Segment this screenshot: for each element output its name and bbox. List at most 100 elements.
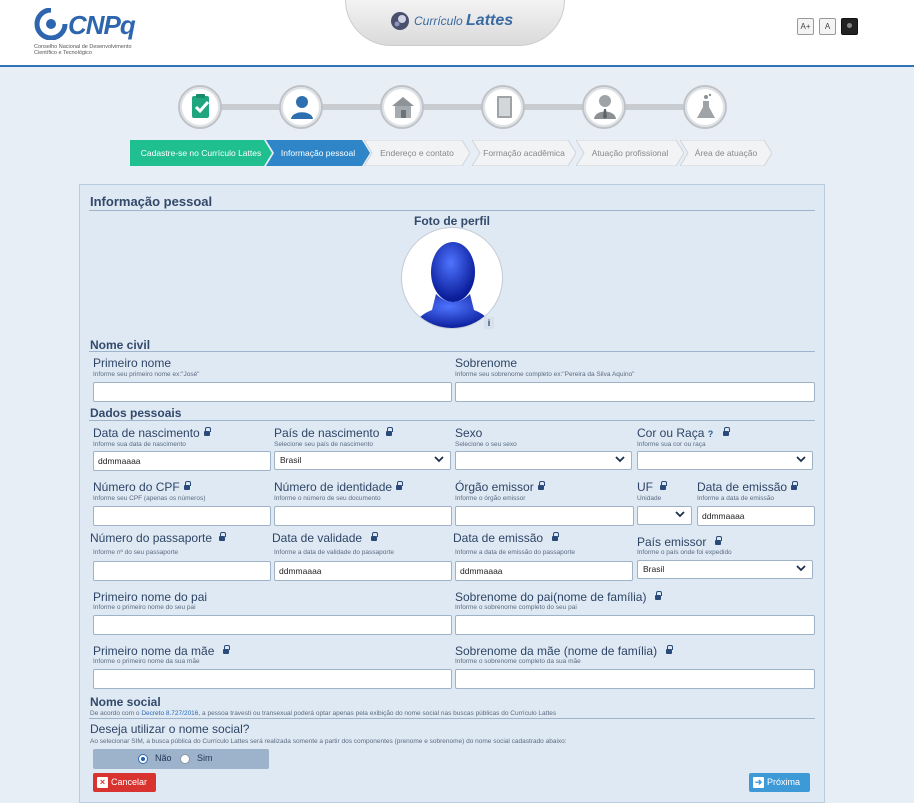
chevron-down-icon (434, 456, 444, 463)
lock-icon (537, 481, 545, 491)
pai-nome-hint: Informe o primeiro nome do seu pai (93, 604, 196, 611)
divider (89, 420, 815, 421)
font-increase-button[interactable]: A+ (797, 18, 814, 35)
mae-sobrenome-label: Sobrenome da mãe (nome de família) (455, 644, 674, 658)
sexo-hint: Selecione o seu sexo (455, 441, 517, 448)
radio-sim[interactable] (180, 754, 190, 764)
cor-raca-label: Cor ou Raça ? (637, 426, 731, 440)
form-title: Informação pessoal (90, 194, 213, 209)
mae-nome-hint: Informe o primeiro nome da sua mãe (93, 658, 200, 665)
radio-sim-label: Sim (197, 753, 213, 763)
mae-nome-label: Primeiro nome da mãe (93, 644, 231, 658)
data-emissao-input[interactable]: ddmmaaaa (697, 506, 815, 526)
nome-social-radio-group: Não Sim (93, 749, 269, 769)
validade-label: Data de validade (272, 531, 379, 545)
passaporte-input[interactable] (93, 561, 271, 581)
step-cadastro[interactable] (178, 85, 222, 129)
pais-nascimento-select[interactable]: Brasil (274, 451, 451, 470)
lock-icon (371, 532, 379, 542)
breadcrumb-informacao[interactable]: Informação pessoal (266, 140, 370, 166)
sobrenome-label: Sobrenome (455, 356, 518, 370)
cpf-input[interactable] (93, 506, 271, 526)
radio-nao[interactable] (138, 754, 148, 764)
photo-info-icon[interactable]: i (484, 317, 494, 329)
lock-icon (723, 427, 731, 437)
flask-icon (697, 93, 715, 118)
logo-text: CNPq (68, 10, 136, 40)
cpf-label: Número do CPF (93, 480, 191, 494)
lock-icon (219, 532, 227, 542)
divider (89, 718, 815, 719)
chevron-down-icon (675, 511, 685, 518)
step-atuacao[interactable] (582, 85, 626, 129)
contrast-icon (847, 23, 852, 28)
next-button[interactable]: ➜ Próxima (749, 773, 810, 792)
header: CNPq Conselho Nacional de Desenvolviment… (0, 0, 914, 67)
pais-nascimento-hint: Selecione seu país de nascimento (274, 441, 374, 448)
person-icon (291, 96, 313, 119)
breadcrumb-endereco[interactable]: Endereço e contato (364, 140, 470, 166)
arrow-right-icon: ➜ (753, 777, 764, 788)
nome-social-note: De acordo com o Decreto 8.727/2016, a pe… (90, 710, 557, 717)
emissao-passaporte-input[interactable]: ddmmaaaa (455, 561, 633, 581)
primeiro-nome-input[interactable] (93, 382, 452, 402)
passaporte-hint: Informe nº do seu passaporte (93, 549, 179, 556)
orgao-emissor-label: Órgão emissor (455, 480, 545, 494)
passaporte-label: Número do passaporte (90, 531, 227, 545)
uf-select[interactable] (637, 506, 692, 525)
radio-nao-label: Não (155, 753, 172, 763)
pai-nome-label: Primeiro nome do pai (93, 590, 208, 604)
sobrenome-input[interactable] (455, 382, 815, 402)
profile-photo[interactable] (401, 227, 503, 329)
pai-sobrenome-input[interactable] (455, 615, 815, 635)
lock-icon (655, 591, 663, 601)
data-emissao-hint: Informe a data de emissão (697, 495, 774, 502)
pai-nome-input[interactable] (93, 615, 452, 635)
mae-sobrenome-input[interactable] (455, 669, 815, 689)
decreto-link[interactable]: Decreto 8.727/2016 (141, 710, 198, 717)
avatar-silhouette-icon (412, 242, 494, 328)
curriculo-lattes-tab[interactable]: Currículo Lattes (345, 0, 565, 46)
cancel-button[interactable]: × Cancelar (93, 773, 156, 792)
cnpq-logo[interactable]: CNPq Conselho Nacional de Desenvolviment… (34, 8, 144, 58)
chevron-down-icon (796, 456, 806, 463)
logo-subtitle: Conselho Nacional de Desenvolvimento Cie… (34, 44, 132, 56)
primeiro-nome-label: Primeiro nome (93, 356, 172, 370)
help-icon[interactable]: ? (708, 429, 714, 439)
step-area[interactable] (683, 85, 727, 129)
nome-social-heading: Nome social (90, 695, 161, 709)
pais-nascimento-label: País de nascimento (274, 426, 394, 440)
step-informacao-pessoal[interactable] (279, 85, 323, 129)
data-nascimento-label: Data de nascimento (93, 426, 211, 440)
breadcrumb-area[interactable]: Área de atuação (680, 140, 772, 166)
data-nascimento-input[interactable]: ddmmaaaa (93, 451, 271, 471)
checklist-icon (192, 94, 210, 118)
uf-hint: Unidade (637, 495, 662, 502)
breadcrumb-atuacao[interactable]: Atuação profissional (576, 140, 684, 166)
house-icon (392, 97, 414, 118)
step-endereco[interactable] (380, 85, 424, 129)
high-contrast-button[interactable] (841, 18, 858, 35)
orgao-emissor-input[interactable] (455, 506, 634, 526)
close-icon: × (97, 777, 108, 788)
cor-raca-select[interactable] (637, 451, 813, 470)
pais-emissor-select[interactable]: Brasil (637, 560, 813, 579)
lattes-label: Currículo Lattes (414, 12, 514, 29)
mae-nome-input[interactable] (93, 669, 452, 689)
identidade-hint: Informe o número de seu documento (274, 495, 381, 502)
identidade-input[interactable] (274, 506, 452, 526)
emissao-passaporte-label: Data de emissão (453, 531, 560, 545)
nome-civil-heading: Nome civil (90, 338, 151, 352)
uf-label: UF (637, 480, 667, 494)
cnpq-logo-mark-icon (34, 8, 68, 40)
validade-input[interactable]: ddmmaaaa (274, 561, 452, 581)
breadcrumb-formacao[interactable]: Formação acadêmica (472, 140, 576, 166)
lock-icon (552, 532, 560, 542)
breadcrumb-cadastre[interactable]: Cadastre-se no Currículo Lattes (130, 140, 272, 166)
step-formacao[interactable] (481, 85, 525, 129)
lock-icon (223, 645, 231, 655)
validade-hint: Informe a data de validade do passaporte (274, 549, 394, 556)
sexo-select[interactable] (455, 451, 632, 470)
font-normal-button[interactable]: A (819, 18, 836, 35)
pai-sobrenome-label: Sobrenome do pai(nome de família) (455, 590, 663, 604)
